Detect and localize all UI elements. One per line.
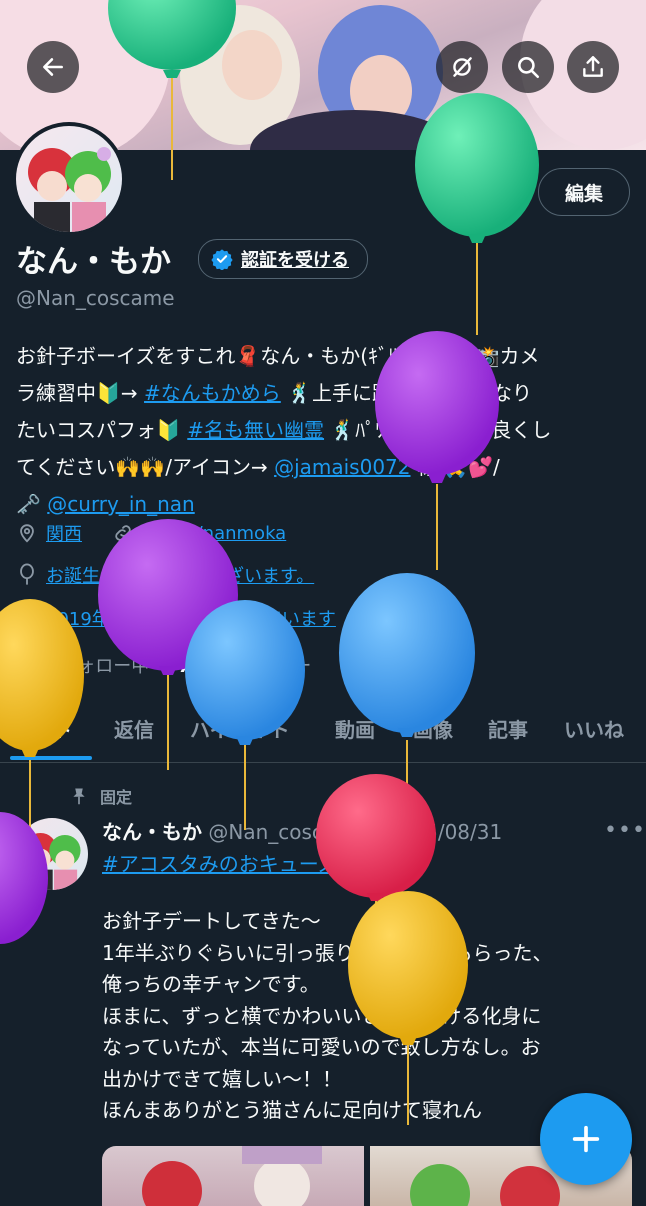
tab-likes[interactable]: いいね <box>564 714 624 743</box>
back-button[interactable] <box>27 41 79 93</box>
pinned-label: 固定 <box>100 788 133 807</box>
more-options-icon[interactable]: ••• <box>604 818 646 843</box>
profile-meta-row: お誕生日おめでとうございます。 <box>16 562 314 588</box>
active-tab-indicator <box>10 756 92 760</box>
post-author-name[interactable]: なん・もか <box>102 820 202 844</box>
bio-text: 🕺上手に踊れるようになり <box>280 381 533 405</box>
grok-button[interactable] <box>436 41 488 93</box>
followers-label: フォロワー <box>221 656 312 677</box>
post-handle-date: @Nan_coscame・2025/08/31 <box>208 820 503 844</box>
search-icon <box>518 57 540 79</box>
bio-mention-link[interactable]: @jamais0072 <box>274 455 410 479</box>
bio-text: 🕺ﾊﾟﾜｰ!!!ﾔｰ!!!!仲良くし <box>324 418 552 442</box>
share-icon <box>583 56 603 77</box>
bio-text: 🗝️ <box>16 492 48 516</box>
birthday-link[interactable]: お誕生日おめでとうございます。 <box>46 562 314 588</box>
joined-date: 2019年11月から を利用しています <box>46 609 336 630</box>
tab-replies[interactable]: 返信 <box>114 714 154 743</box>
website-link[interactable]: lit.link/nanmoka <box>142 523 286 544</box>
tab-highlights[interactable]: ハイライト <box>190 714 290 743</box>
verified-badge-icon <box>211 249 233 270</box>
following-count: 719 <box>16 656 54 677</box>
compose-post-button[interactable] <box>540 1093 632 1185</box>
profile-avatar[interactable] <box>12 122 126 236</box>
bio-text: 様 🙏💕/ <box>410 455 500 479</box>
bio-mention-link[interactable]: @curry_in_nan <box>47 492 194 516</box>
tab-media[interactable]: 画像 <box>413 714 453 743</box>
post-header: なん・もか @Nan_coscame・2025/08/31 <box>102 816 502 845</box>
compose-plus-icon <box>572 1125 600 1153</box>
divider <box>0 762 646 763</box>
profile-bio: お針子ボーイズをすこれ🧣なん・もか(ｷﾞﾘ170cm)📸カメ ラ練習中🔰→ #な… <box>16 338 630 523</box>
profile-tabs: ポスト 返信 ハイライト 動画 画像 記事 いいね <box>0 700 646 762</box>
tab-posts[interactable]: ポスト <box>12 714 72 743</box>
post-author-avatar[interactable] <box>16 818 88 890</box>
profile-meta-row: 2019年11月から を利用しています <box>16 605 336 631</box>
following-link[interactable]: 719 フォロー中 <box>16 656 149 677</box>
location-link[interactable]: 関西 <box>46 520 82 546</box>
tab-videos[interactable]: 動画 <box>335 714 375 743</box>
bio-text: お針子ボーイズをすこれ🧣なん・もか(ｷﾞﾘ170cm)📸カメ <box>16 344 540 368</box>
calendar-icon <box>18 609 36 627</box>
following-label: フォロー中 <box>59 656 150 677</box>
followers-link[interactable]: 731 フォロワー <box>178 656 311 677</box>
edit-profile-button[interactable]: 編集 <box>538 168 630 216</box>
tab-articles[interactable]: 記事 <box>488 714 528 743</box>
bio-text: てください🙌🙌/アイコン→ <box>16 455 275 479</box>
get-verified-button[interactable]: 認証を受ける <box>198 239 368 279</box>
grok-icon <box>453 57 472 77</box>
profile-name: なん・もか <box>16 244 171 280</box>
follow-stats: 719 フォロー中 731 フォロワー <box>16 652 311 678</box>
bio-hashtag-link[interactable]: #名も無い幽霊 <box>187 418 324 442</box>
link-icon <box>115 525 131 541</box>
search-button[interactable] <box>502 41 554 93</box>
arrow-left-icon <box>43 58 63 76</box>
bio-text: たいコスパフォ🔰 <box>16 418 188 442</box>
profile-handle: @Nan_coscame <box>16 286 175 310</box>
profile-meta-row: 関西 lit.link/nanmoka <box>16 520 286 546</box>
post-media-image[interactable] <box>102 1146 364 1206</box>
avatar <box>16 126 122 232</box>
pin-icon <box>73 788 85 805</box>
share-button[interactable] <box>567 41 619 93</box>
bio-hashtag-link[interactable]: #なんもかめら <box>144 381 281 405</box>
post-hashtag-link[interactable]: #アコスタみのおキューズモール <box>102 848 398 877</box>
location-pin-icon <box>20 524 34 543</box>
get-verified-label: 認証を受ける <box>241 250 349 271</box>
balloon-icon <box>20 563 34 585</box>
post-body: お針子デートしてきた〜 1年半ぶりぐらいに引っ張り出してきてもらった、 俺っちの… <box>102 909 553 1122</box>
bio-text: ラ練習中🔰→ <box>16 381 145 405</box>
pinned-indicator: 固定 <box>70 784 132 808</box>
followers-count: 731 <box>177 656 216 677</box>
